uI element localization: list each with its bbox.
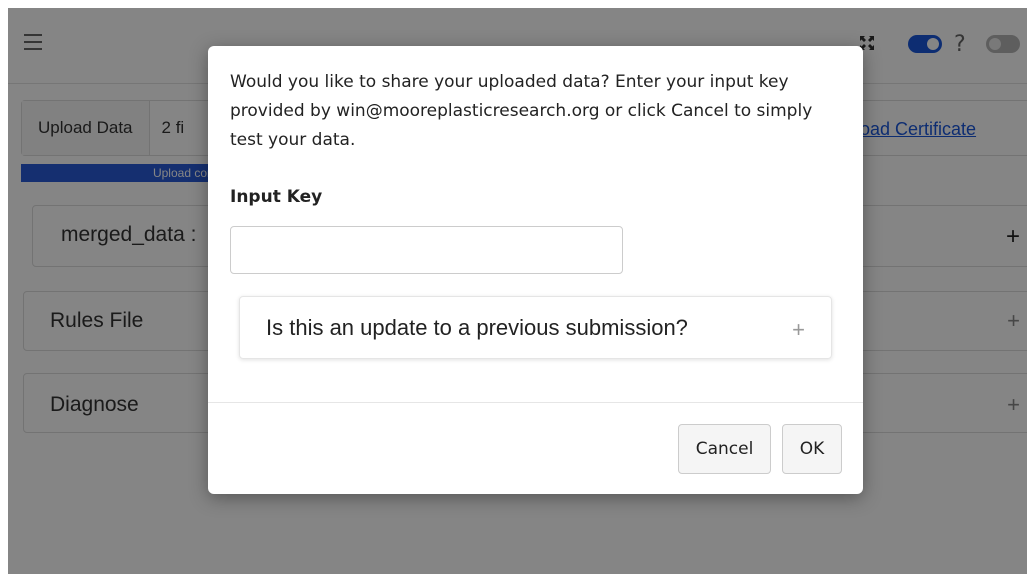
input-key-field[interactable] <box>230 226 623 274</box>
dialog-footer: Cancel OK <box>208 402 863 494</box>
cancel-button[interactable]: Cancel <box>678 424 771 474</box>
dialog-message: Would you like to share your uploaded da… <box>230 72 813 150</box>
update-question-text: Is this an update to a previous submissi… <box>266 315 688 340</box>
input-key-label: Input Key <box>230 187 323 207</box>
dialog-body: Would you like to share your uploaded da… <box>208 46 863 402</box>
expand-plus-icon[interactable]: + <box>792 317 805 343</box>
page-margin-left <box>0 0 8 574</box>
ok-button[interactable]: OK <box>782 424 842 474</box>
page-margin-top <box>0 0 1027 8</box>
update-submission-accordion[interactable]: Is this an update to a previous submissi… <box>239 296 832 359</box>
share-data-dialog: Would you like to share your uploaded da… <box>208 46 863 494</box>
